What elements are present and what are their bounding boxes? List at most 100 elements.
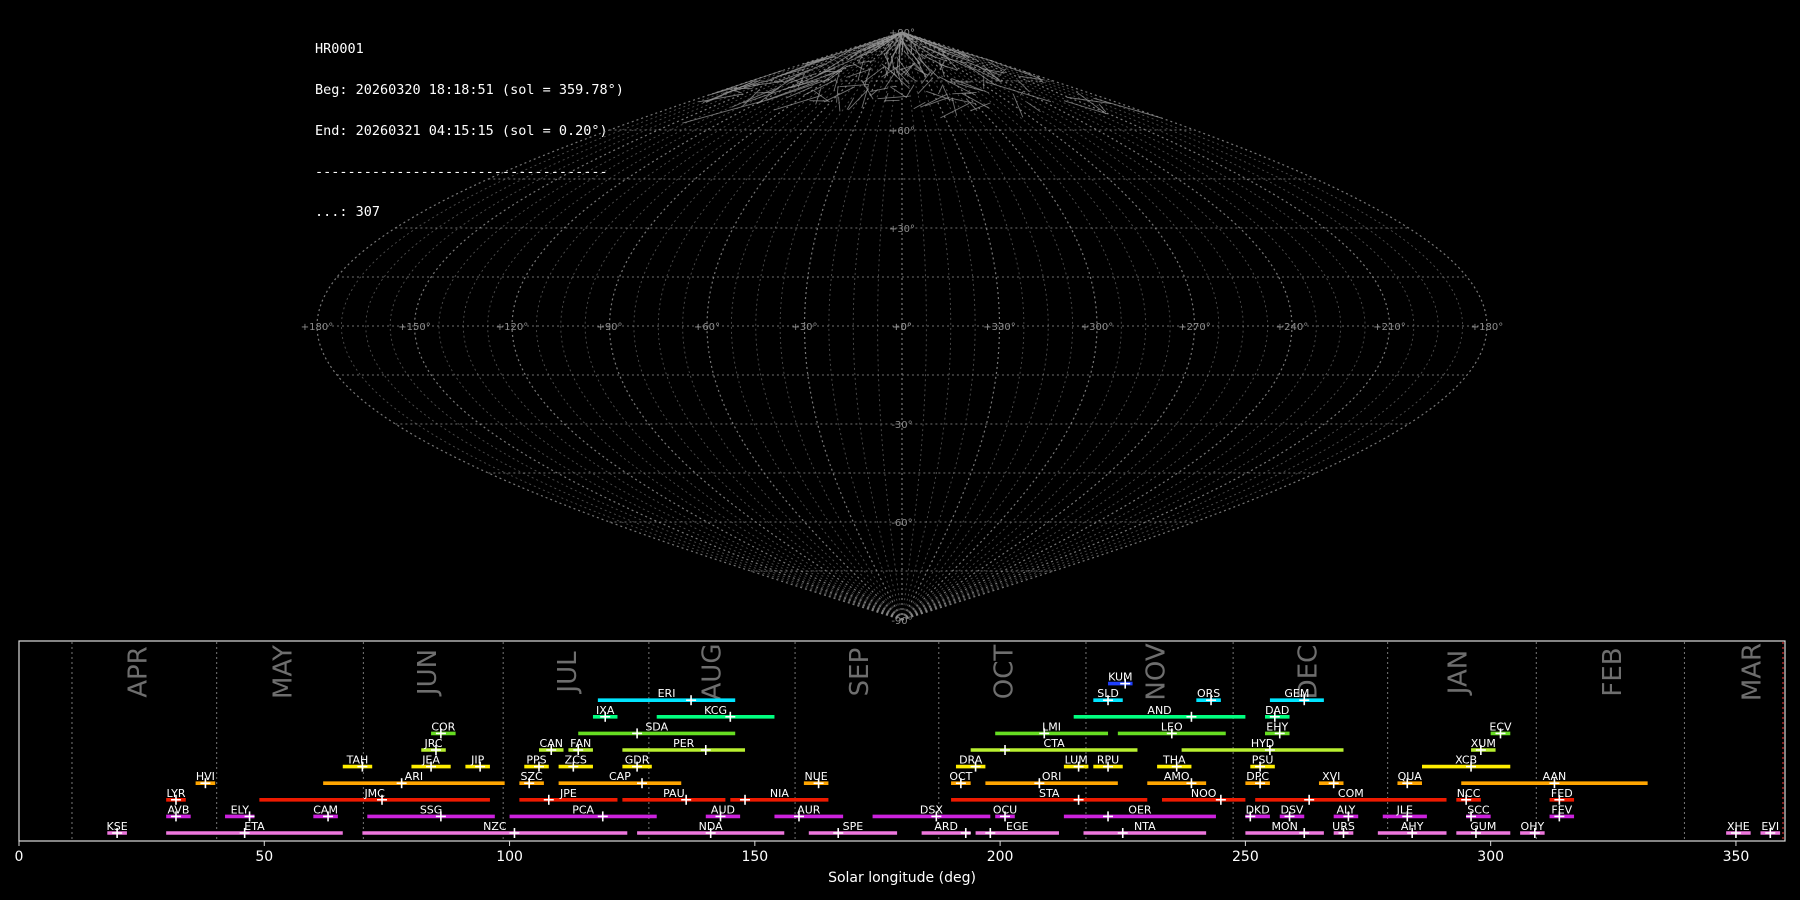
lon-label: +210° xyxy=(1373,322,1405,333)
shower-pca: PCA xyxy=(509,803,657,822)
shower-code: KUM xyxy=(1108,671,1132,684)
shower-tha: THA xyxy=(1157,754,1192,772)
lon-label: +90° xyxy=(596,322,622,333)
shower-code: SPE xyxy=(843,820,864,833)
x-tick-label: 350 xyxy=(1723,849,1750,865)
figure-root: HR0001 Beg: 20260320 18:18:51 (sol = 359… xyxy=(0,0,1800,900)
x-tick-label: 300 xyxy=(1477,849,1504,865)
shower-jmc: JMC xyxy=(259,787,490,805)
meteor-track xyxy=(920,93,948,108)
lat-label: -30° xyxy=(891,420,912,431)
shower-code: SDA xyxy=(645,720,668,733)
shower-code: DSV xyxy=(1280,803,1303,816)
month-label: OCT xyxy=(990,645,1020,700)
shower-sld: SLD xyxy=(1093,687,1123,706)
shower-code: GEM xyxy=(1284,687,1309,700)
shower-code: PAU xyxy=(663,787,685,800)
lat-label: +0° xyxy=(892,322,912,333)
shower-hyd: HYD xyxy=(1181,737,1344,755)
meridian xyxy=(389,31,903,621)
x-tick-label: 0 xyxy=(15,849,24,865)
shower-code: PSU xyxy=(1252,754,1274,767)
lat-label: +90° xyxy=(889,28,915,39)
lat-label: -60° xyxy=(891,518,912,529)
shower-aur: AUR xyxy=(774,803,844,822)
meteor-track xyxy=(1012,94,1024,118)
month-label: AUG xyxy=(698,644,728,701)
shower-code: NZC xyxy=(483,820,507,833)
meteor-track xyxy=(985,81,1052,103)
lon-label: +180° xyxy=(1471,322,1503,333)
shower-ohy: OHY xyxy=(1520,820,1545,838)
shower-code: LMI xyxy=(1042,720,1061,733)
shower-code: FED xyxy=(1551,787,1573,800)
shower-code: PPS xyxy=(526,754,546,767)
shower-code: ETA xyxy=(244,820,265,833)
x-tick-label: 250 xyxy=(1232,849,1259,865)
shower-szc: SZC xyxy=(519,770,544,789)
shower-cap: CAP xyxy=(558,770,682,789)
shower-cor: COR xyxy=(431,720,456,739)
x-tick-label: 100 xyxy=(496,849,523,865)
shower-ssg: SSG xyxy=(367,803,495,822)
shower-qua: QUA xyxy=(1397,770,1422,789)
month-label: SEP xyxy=(845,648,875,697)
shower-code: ELY xyxy=(231,803,250,816)
month-label: JUL xyxy=(553,651,583,695)
shower-zcs: ZCS xyxy=(558,754,593,772)
meteor-track xyxy=(889,86,908,99)
shower-code: OHY xyxy=(1521,820,1545,833)
shower-code: ZCS xyxy=(565,754,587,767)
meteor-track xyxy=(806,42,872,64)
lon-label: +300° xyxy=(1081,322,1113,333)
shower-ncc: NCC xyxy=(1456,787,1481,805)
meteor-track xyxy=(802,57,830,65)
shower-amo: AMO xyxy=(1147,770,1207,789)
meteor-track xyxy=(1093,97,1162,119)
shower-fed: FED xyxy=(1549,787,1575,805)
shower-ely: ELY xyxy=(225,803,255,822)
month-label: MAY xyxy=(268,645,298,699)
shower-code: DAD xyxy=(1265,704,1289,717)
meteor-track xyxy=(858,60,875,64)
meteor-track xyxy=(926,90,954,102)
shower-and: AND xyxy=(1073,704,1246,722)
shower-code: OCU xyxy=(993,803,1017,816)
shower-ecv: ECV xyxy=(1489,720,1512,739)
shower-can: CAN xyxy=(538,737,564,755)
shower-ehy: EHY xyxy=(1265,720,1290,739)
lon-label: +180° xyxy=(301,322,333,333)
lon-label: +240° xyxy=(1276,322,1308,333)
shower-kse: KSE xyxy=(107,820,128,838)
shower-mon: MON xyxy=(1245,820,1324,838)
shower-code: PCA xyxy=(572,803,594,816)
shower-code: TAH xyxy=(346,754,369,767)
x-axis: 0 50 100 150 200 250 300 350 xyxy=(15,841,1750,865)
shower-code: EVI xyxy=(1761,820,1779,833)
sky-grid-labels: +180° +150° +120° +90° +60° +30° +0° +330° +300°… xyxy=(301,28,1503,627)
shower-ard: ARD xyxy=(921,820,971,838)
x-axis-label: Solar longitude (deg) xyxy=(828,870,976,886)
meteor-track xyxy=(1063,100,1108,115)
shower-timeline: APR MAY JUN JUL AUG SEP OCT NOV DEC JAN FEB MAR KUM… xyxy=(15,640,1786,886)
shower-code: NCC xyxy=(1457,787,1481,800)
meteor-track xyxy=(846,64,856,68)
shower-oct: OCT xyxy=(949,770,973,789)
shower-hvi: HVI xyxy=(195,770,216,789)
meteor-track xyxy=(1026,101,1041,113)
lon-label: +120° xyxy=(496,322,528,333)
meteor-track xyxy=(940,102,970,119)
shower-code: GDR xyxy=(625,754,650,767)
shower-code: NDA xyxy=(699,820,724,833)
shower-lum: LUM xyxy=(1063,754,1089,772)
shower-code: KSE xyxy=(107,820,128,833)
shower-code: URS xyxy=(1332,820,1355,833)
shower-code: OER xyxy=(1128,803,1152,816)
shower-fev: FEV xyxy=(1549,803,1575,822)
shower-urs: URS xyxy=(1332,820,1355,838)
shower-code: DPC xyxy=(1246,770,1269,783)
shower-code: ORI xyxy=(1042,770,1062,783)
lon-label: +60° xyxy=(694,322,720,333)
shower-code: LYR xyxy=(166,787,185,800)
shower-code: AVB xyxy=(167,803,189,816)
